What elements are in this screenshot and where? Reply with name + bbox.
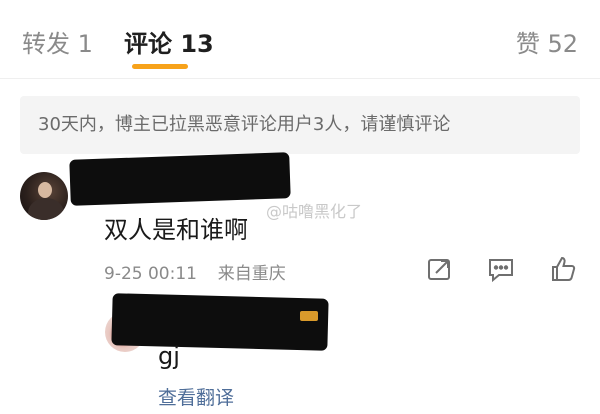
block-notice: 30天内，博主已拉黑恶意评论用户3人，请谨慎评论 (20, 96, 580, 154)
like-icon[interactable] (548, 254, 578, 284)
avatar-body (28, 198, 64, 220)
tab-likes[interactable]: 赞 52 (516, 24, 578, 59)
translate-link[interactable]: 查看翻译 (158, 383, 234, 410)
active-tab-indicator (132, 64, 188, 69)
tab-comments[interactable]: 评论 13 (124, 24, 214, 59)
comment-meta: 9-25 00:11 来自重庆 (104, 259, 286, 284)
redacted-username (69, 152, 291, 206)
comment-text: 双人是和谁啊 (104, 216, 248, 244)
share-icon[interactable] (424, 254, 454, 284)
reply-text: gj (158, 342, 180, 370)
redaction-edge (300, 311, 318, 321)
comment-time: 9-25 00:11 (104, 264, 197, 284)
comment-location: 来自重庆 (217, 264, 286, 284)
avatar-face (38, 182, 52, 198)
tab-bar: 转发 1 评论 13 赞 52 (0, 0, 600, 79)
reply-icon[interactable] (486, 254, 516, 284)
watermark: @咕噜黑化了 (266, 202, 363, 221)
commenter-avatar[interactable] (20, 172, 68, 220)
redacted-reply-username (111, 293, 329, 351)
tab-repost[interactable]: 转发 1 (22, 24, 93, 59)
